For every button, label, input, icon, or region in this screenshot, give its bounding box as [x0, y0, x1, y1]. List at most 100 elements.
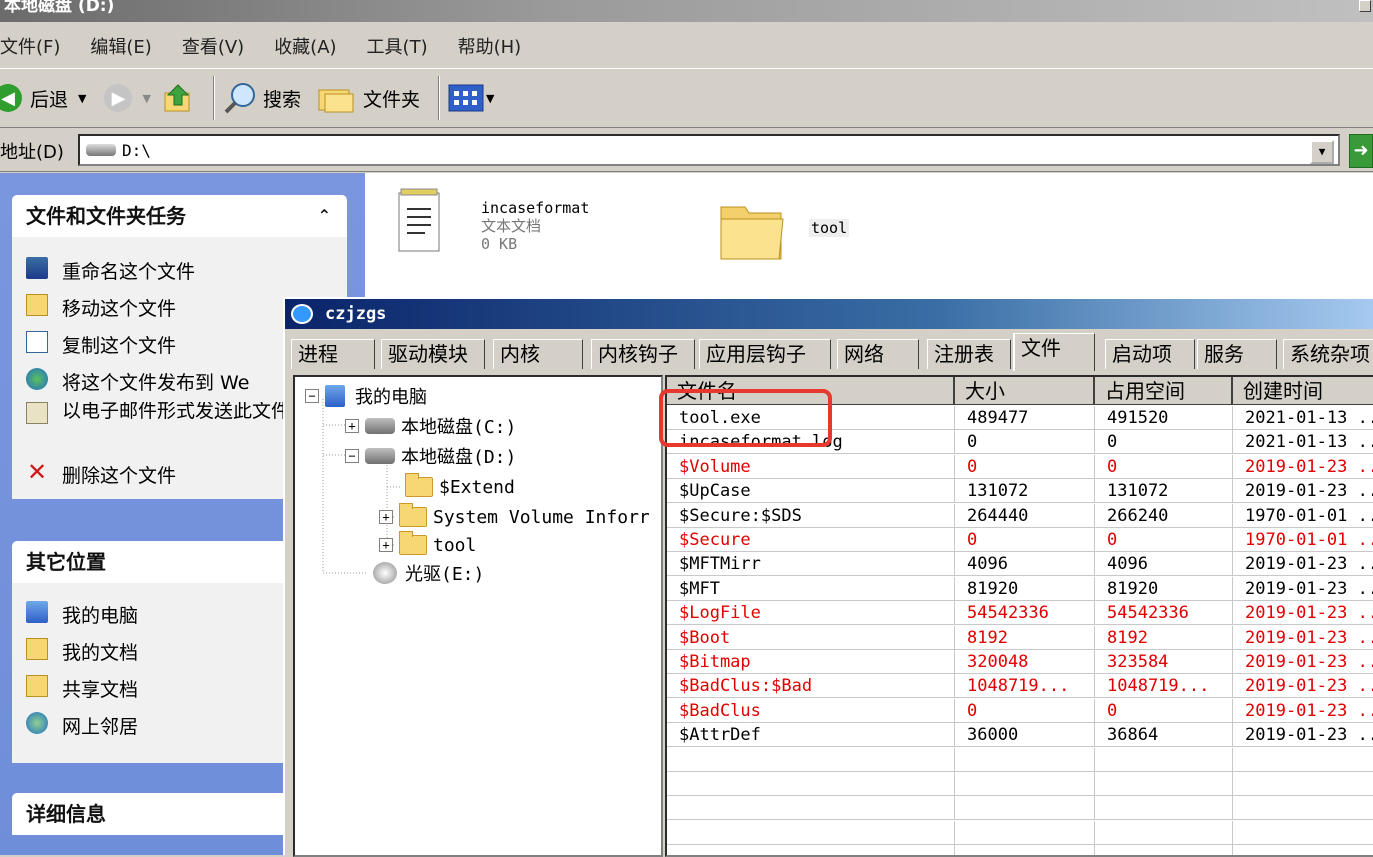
table-row[interactable]: $Secure:$SDS 264440 266240 1970-01-01 .. [667, 503, 1373, 528]
menu-file[interactable]: 文件(F) [0, 33, 60, 59]
shared-folder-icon [26, 675, 48, 697]
globe-icon [26, 368, 48, 390]
table-row[interactable]: $Volume 0 0 2019-01-23 .. [667, 454, 1373, 479]
cell-size: 0 [955, 430, 1095, 455]
views-dropdown-icon[interactable]: ▼ [486, 92, 494, 105]
tab-files[interactable]: 文件 [1013, 333, 1095, 371]
tree-node-cd-drive[interactable]: 光驱(E:) [373, 560, 484, 586]
tab-kernel-hooks[interactable]: 内核钩子 [591, 339, 695, 369]
menu-bar: 文件(F) 编辑(E) 查看(V) 收藏(A) 工具(T) 帮助(H) [0, 24, 1373, 68]
menu-favorites[interactable]: 收藏(A) [274, 33, 336, 59]
expand-toggle-icon[interactable]: + [379, 510, 393, 524]
cell-filename: $MFTMirr [667, 552, 955, 577]
address-input[interactable]: D:\ ▼ [78, 134, 1340, 166]
table-row[interactable]: $MFT 81920 81920 2019-01-23 .. [667, 576, 1373, 601]
cell-allocated: 323584 [1095, 650, 1233, 674]
cell-size [955, 747, 1095, 772]
tab-network[interactable]: 网络 [837, 339, 919, 369]
task-copy[interactable]: 复制这个文件 [26, 331, 176, 358]
task-move[interactable]: 移动这个文件 [26, 294, 176, 321]
collapse-toggle-icon[interactable]: − [305, 389, 319, 403]
task-rename[interactable]: 重命名这个文件 [26, 257, 195, 284]
file-size: 0 KB [481, 235, 518, 253]
tab-services[interactable]: 服务 [1197, 339, 1277, 369]
cell-size [955, 845, 1095, 855]
tab-user-hooks[interactable]: 应用层钩子 [699, 339, 831, 369]
views-button[interactable]: ▼ [448, 83, 494, 113]
table-row[interactable]: $MFTMirr 4096 4096 2019-01-23 .. [667, 552, 1373, 577]
table-row[interactable]: $BadClus 0 0 2019-01-23 .. [667, 698, 1373, 723]
tab-registry[interactable]: 注册表 [927, 339, 1011, 369]
details-title: 详细信息 [26, 802, 106, 826]
documents-folder-icon [26, 638, 48, 660]
tab-startup[interactable]: 启动项 [1105, 339, 1195, 369]
tab-driver-modules[interactable]: 驱动模块 [381, 339, 485, 369]
empty-row [667, 772, 1373, 796]
dialog-titlebar[interactable]: czjzgs [285, 299, 1373, 329]
forward-dropdown-icon[interactable]: ▼ [142, 92, 150, 105]
column-header-size[interactable]: 大小 [955, 377, 1095, 405]
cell-allocated: 0 [1095, 698, 1233, 723]
folder-item-tool[interactable]: tool [717, 197, 877, 267]
file-item-incaseformat[interactable]: incaseformat 文本文档 0 KB [395, 187, 645, 267]
window-control-button[interactable] [1359, 0, 1371, 12]
column-header-created[interactable]: 创建时间 [1233, 377, 1373, 405]
menu-edit[interactable]: 编辑(E) [90, 33, 151, 59]
place-network-label: 网上邻居 [62, 716, 139, 738]
tab-kernel[interactable]: 内核 [493, 339, 583, 369]
search-icon [224, 83, 255, 114]
menu-tools[interactable]: 工具(T) [367, 33, 428, 59]
table-row[interactable]: $LogFile 54542336 54542336 2019-01-23 .. [667, 601, 1373, 626]
cell-allocated: 0 [1095, 454, 1233, 479]
menu-view[interactable]: 查看(V) [182, 33, 244, 59]
tab-process[interactable]: 进程 [291, 339, 375, 369]
forward-button[interactable]: ▶ ▼ [96, 84, 151, 112]
table-row[interactable]: $Bitmap 320048 323584 2019-01-23 .. [667, 650, 1373, 674]
place-network[interactable]: 网上邻居 [26, 712, 138, 739]
dialog-title: czjzgs [325, 304, 387, 324]
collapse-chevron-icon[interactable]: ⌃ [318, 195, 331, 237]
tree-node-extend[interactable]: $Extend [405, 473, 515, 500]
search-button[interactable]: 搜索 [223, 81, 301, 115]
tasks-panel-header[interactable]: 文件和文件夹任务 ⌃ [12, 195, 347, 237]
back-button[interactable]: ◀ 后退 ▼ [0, 84, 86, 112]
cell-size: 54542336 [955, 601, 1095, 626]
task-email[interactable]: 以电子邮件形式发送此文件 [26, 402, 294, 442]
table-row[interactable]: $Secure 0 0 1970-01-01 .. [667, 528, 1373, 552]
cell-created: 2019-01-23 .. [1245, 700, 1373, 721]
back-arrow-icon: ◀ [0, 84, 22, 112]
go-button[interactable]: ➜ [1349, 134, 1373, 168]
table-row[interactable]: $UpCase 131072 131072 2019-01-23 .. [667, 479, 1373, 504]
place-my-computer[interactable]: 我的电脑 [26, 601, 138, 628]
empty-row [667, 820, 1373, 845]
table-row[interactable]: $BadClus:$Bad 1048719... 1048719... 2019-01… [667, 674, 1373, 699]
text-document-icon [398, 188, 440, 252]
tree-node-drive-d[interactable]: − 本地磁盘(D:) [345, 443, 516, 469]
task-delete[interactable]: ✕ 删除这个文件 [26, 460, 176, 488]
cell-size: 320048 [955, 650, 1095, 674]
tree-label: 本地磁盘(D:) [401, 447, 517, 468]
address-dropdown-icon[interactable]: ▼ [1310, 140, 1334, 164]
expand-toggle-icon[interactable]: + [345, 419, 359, 433]
folder-icon [405, 473, 433, 497]
place-my-documents[interactable]: 我的文档 [26, 638, 138, 665]
tab-system-misc[interactable]: 系统杂项 [1283, 339, 1373, 369]
column-header-allocated[interactable]: 占用空间 [1095, 377, 1233, 405]
collapse-toggle-icon[interactable]: − [345, 449, 359, 463]
tree-node-tool[interactable]: + tool [379, 531, 476, 558]
cell-filename: $Secure [667, 528, 955, 552]
table-row[interactable]: $AttrDef 36000 36864 2019-01-23 .. [667, 723, 1373, 748]
tree-node-system-volume[interactable]: + System Volume Inforr [379, 503, 650, 530]
place-shared-documents[interactable]: 共享文档 [26, 675, 138, 702]
cell-size: 1048719... [955, 674, 1095, 699]
task-publish[interactable]: 将这个文件发布到 We [26, 368, 249, 395]
up-folder-button[interactable] [161, 81, 195, 115]
tree-node-my-computer[interactable]: − 我的电脑 [305, 383, 427, 409]
back-dropdown-icon[interactable]: ▼ [78, 92, 86, 105]
menu-help[interactable]: 帮助(H) [458, 33, 522, 59]
expand-toggle-icon[interactable]: + [379, 538, 393, 552]
folders-button[interactable]: 文件夹 [317, 82, 420, 114]
table-row[interactable]: $Boot 8192 8192 2019-01-23 .. [667, 625, 1373, 650]
cell-filename: $Bitmap [667, 650, 955, 674]
tree-node-drive-c[interactable]: + 本地磁盘(C:) [345, 413, 516, 439]
